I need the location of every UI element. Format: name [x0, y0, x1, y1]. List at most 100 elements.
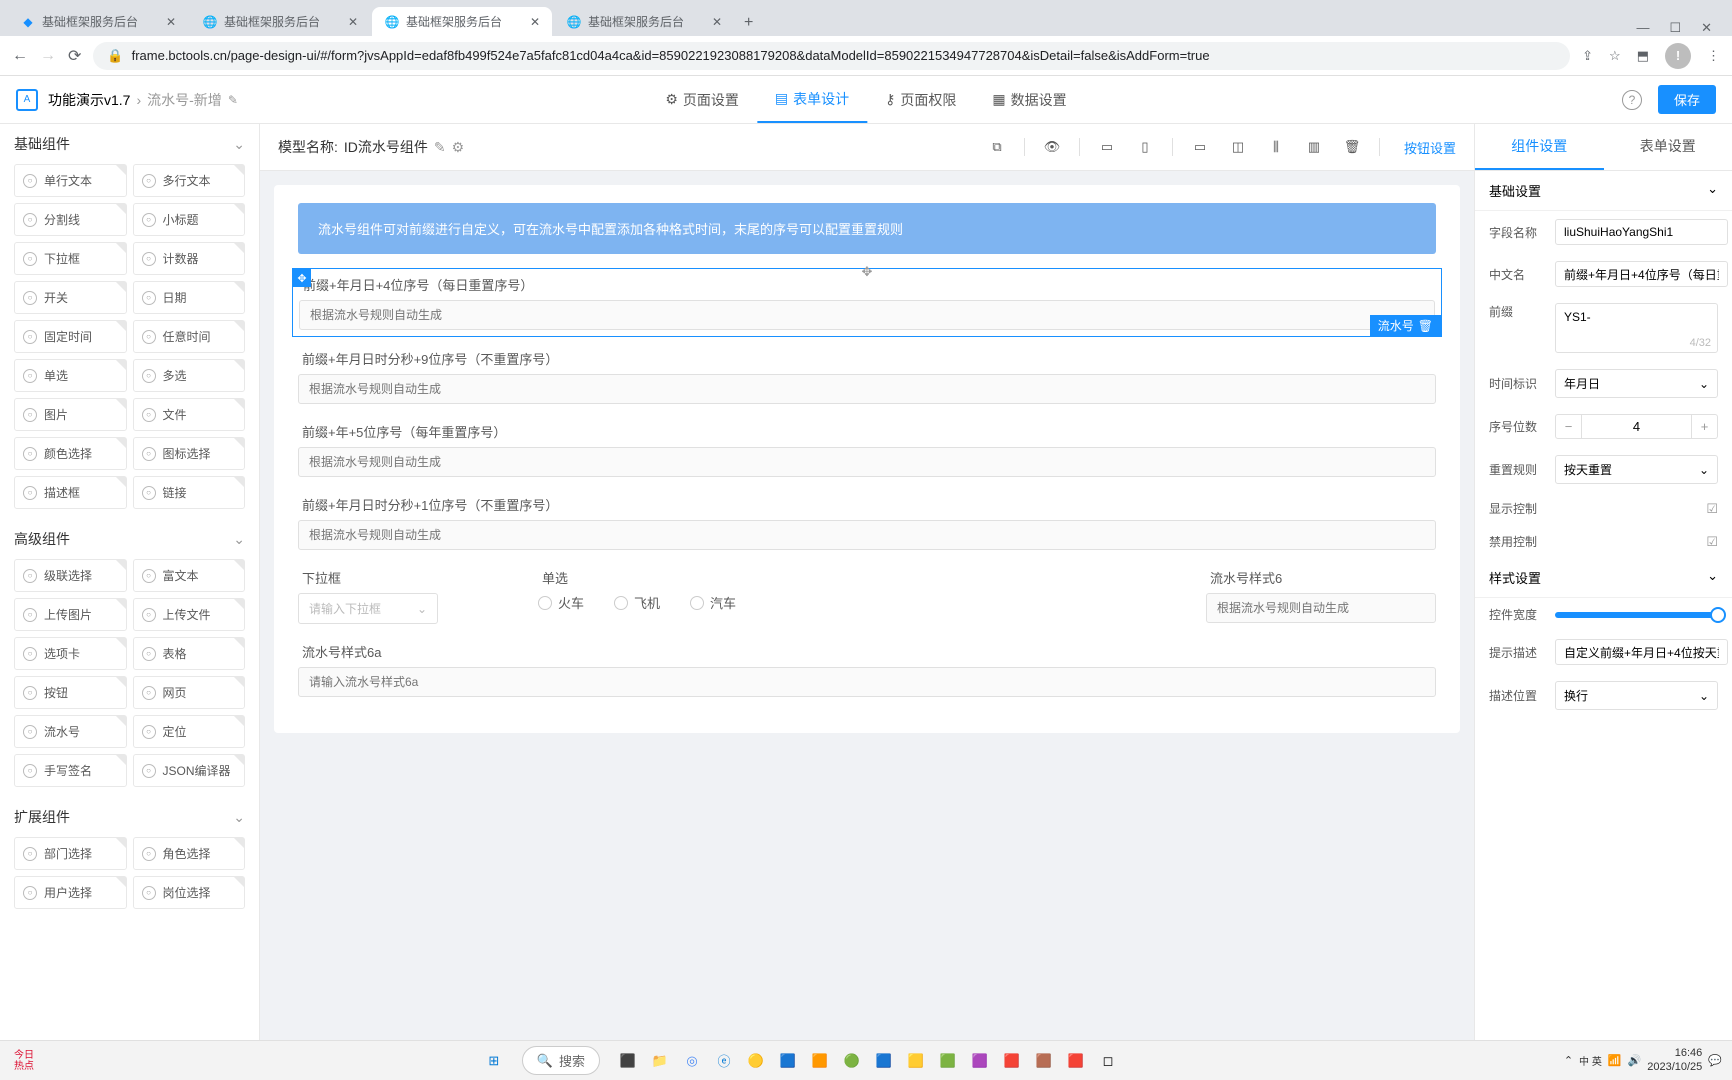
form-input[interactable]	[299, 300, 1435, 330]
reload-button[interactable]: ⟳	[68, 46, 81, 66]
field-name-input[interactable]	[1555, 219, 1728, 245]
component-item[interactable]: ○文件	[133, 398, 246, 431]
form-item-selected[interactable]: ✥ ✥ 前缀+年月日+4位序号（每日重置序号） 流水号 🗑	[292, 268, 1442, 337]
drag-handle-icon[interactable]: ✥	[862, 264, 873, 280]
component-item[interactable]: ○多行文本	[133, 164, 246, 197]
url-bar[interactable]: 🔒 frame.bctools.cn/page-design-ui/#/form…	[93, 42, 1570, 70]
increment-button[interactable]: +	[1691, 415, 1717, 438]
tab-page-permissions[interactable]: ⚷ 页面权限	[867, 76, 974, 123]
edit-icon[interactable]: ✎	[434, 139, 446, 156]
tab-component-settings[interactable]: 组件设置	[1475, 124, 1604, 170]
form-input[interactable]	[298, 447, 1436, 477]
component-item[interactable]: ○网页	[133, 676, 246, 709]
clock-time[interactable]: 16:46	[1647, 1047, 1702, 1060]
notification-icon[interactable]: 💬	[1708, 1054, 1722, 1067]
link-icon[interactable]: ⧉	[982, 134, 1012, 160]
component-item[interactable]: ○表格	[133, 637, 246, 670]
form-item-select[interactable]: 下拉框 请输入下拉框 ⌄	[298, 568, 478, 624]
taskbar-app-icon[interactable]: ◎	[678, 1047, 706, 1075]
component-item[interactable]: ○链接	[133, 476, 246, 509]
tray-chevron-icon[interactable]: ⌃	[1564, 1054, 1573, 1067]
browser-tab[interactable]: ◆ 基础框架服务后台 ✕	[8, 7, 188, 36]
section-advanced-components[interactable]: 高级组件 ⌄	[0, 519, 259, 559]
taskbar-app-icon[interactable]: 🟧	[806, 1047, 834, 1075]
section-extended-components[interactable]: 扩展组件 ⌄	[0, 797, 259, 837]
move-handle-icon[interactable]: ✥	[293, 269, 311, 287]
new-tab-button[interactable]: +	[736, 10, 761, 36]
taskbar-app-icon[interactable]: ◻	[1094, 1047, 1122, 1075]
menu-icon[interactable]: ⋮	[1707, 48, 1720, 64]
language-indicator[interactable]: 中 英	[1579, 1053, 1602, 1068]
taskbar-app-icon[interactable]: 🟢	[838, 1047, 866, 1075]
radio-option[interactable]: 飞机	[614, 593, 660, 612]
form-input[interactable]	[298, 667, 1436, 697]
form-item[interactable]: 流水号样式6a	[298, 642, 1436, 697]
component-item[interactable]: ○按钮	[14, 676, 127, 709]
profile-badge[interactable]: !	[1665, 43, 1691, 69]
taskbar-app-icon[interactable]: ⬛	[614, 1047, 642, 1075]
tab-close-icon[interactable]: ✕	[348, 15, 358, 29]
taskbar-app-icon[interactable]: 🟦	[774, 1047, 802, 1075]
taskbar-app-icon[interactable]: 🟥	[998, 1047, 1026, 1075]
section-basic-components[interactable]: 基础组件 ⌄	[0, 124, 259, 164]
component-item[interactable]: ○角色选择	[133, 837, 246, 870]
browser-tab[interactable]: 🌐 基础框架服务后台 ✕	[554, 7, 734, 36]
taskbar-app-icon[interactable]: 🟦	[870, 1047, 898, 1075]
component-item[interactable]: ○下拉框	[14, 242, 127, 275]
component-item[interactable]: ○级联选择	[14, 559, 127, 592]
component-item[interactable]: ○单行文本	[14, 164, 127, 197]
component-item[interactable]: ○多选	[133, 359, 246, 392]
slider-handle[interactable]	[1710, 607, 1726, 623]
minimize-icon[interactable]: —	[1636, 20, 1649, 36]
component-item[interactable]: ○描述框	[14, 476, 127, 509]
edit-icon[interactable]: ☑	[1706, 534, 1718, 550]
bookmark-icon[interactable]: ☆	[1609, 48, 1621, 64]
forward-button[interactable]: →	[40, 47, 56, 65]
component-item[interactable]: ○用户选择	[14, 876, 127, 909]
component-item[interactable]: ○富文本	[133, 559, 246, 592]
layout-4-icon[interactable]: ▥	[1299, 134, 1329, 160]
form-item-serial[interactable]: 流水号样式6	[1206, 568, 1436, 624]
component-item[interactable]: ○图片	[14, 398, 127, 431]
form-item[interactable]: 前缀+年+5位序号（每年重置序号）	[298, 422, 1436, 477]
time-flag-select[interactable]: 年月日 ⌄	[1555, 369, 1718, 398]
browser-tab[interactable]: 🌐 基础框架服务后台 ✕	[190, 7, 370, 36]
component-item[interactable]: ○图标选择	[133, 437, 246, 470]
radio-option[interactable]: 火车	[538, 593, 584, 612]
component-item[interactable]: ○岗位选择	[133, 876, 246, 909]
component-item[interactable]: ○流水号	[14, 715, 127, 748]
component-item[interactable]: ○任意时间	[133, 320, 246, 353]
taskbar-app-icon[interactable]: ⓔ	[710, 1047, 738, 1075]
component-item[interactable]: ○日期	[133, 281, 246, 314]
form-input[interactable]	[298, 374, 1436, 404]
form-item-radio[interactable]: 单选 火车 飞机 汽车	[538, 568, 1146, 624]
component-item[interactable]: ○手写签名	[14, 754, 127, 787]
taskbar-app-icon[interactable]: 🟩	[934, 1047, 962, 1075]
weather-widget[interactable]: 今日 热点	[10, 1047, 38, 1075]
taskbar-app-icon[interactable]: 🟨	[902, 1047, 930, 1075]
share-icon[interactable]: ⇪	[1582, 48, 1593, 64]
delete-icon[interactable]: 🗑	[1418, 319, 1433, 333]
taskbar-app-icon[interactable]: 📁	[646, 1047, 674, 1075]
hint-input[interactable]	[1555, 639, 1728, 665]
form-item[interactable]: 前缀+年月日时分秒+1位序号（不重置序号）	[298, 495, 1436, 550]
select-input[interactable]: 请输入下拉框 ⌄	[298, 593, 438, 624]
tab-form-design[interactable]: ▤ 表单设计	[757, 76, 867, 123]
edit-icon[interactable]: ☑	[1706, 501, 1718, 517]
tab-data-settings[interactable]: ▦ 数据设置	[974, 76, 1084, 123]
component-item[interactable]: ○小标题	[133, 203, 246, 236]
link-icon[interactable]: ⚙	[452, 139, 465, 156]
clock-date[interactable]: 2023/10/25	[1647, 1061, 1702, 1074]
chinese-name-input[interactable]	[1555, 261, 1728, 287]
edit-icon[interactable]: ✎	[228, 93, 238, 107]
button-config-link[interactable]: 按钮设置	[1404, 138, 1456, 157]
volume-icon[interactable]: 🔊	[1628, 1054, 1642, 1067]
extension-icon[interactable]: ⬒	[1637, 48, 1649, 64]
taskbar-app-icon[interactable]: 🟥	[1062, 1047, 1090, 1075]
component-item[interactable]: ○上传文件	[133, 598, 246, 631]
taskbar-app-icon[interactable]: 🟫	[1030, 1047, 1058, 1075]
prefix-textarea[interactable]: YS1- 4/32	[1555, 303, 1718, 353]
component-item[interactable]: ○单选	[14, 359, 127, 392]
start-button[interactable]: ⊞	[480, 1047, 508, 1075]
component-item[interactable]: ○选项卡	[14, 637, 127, 670]
